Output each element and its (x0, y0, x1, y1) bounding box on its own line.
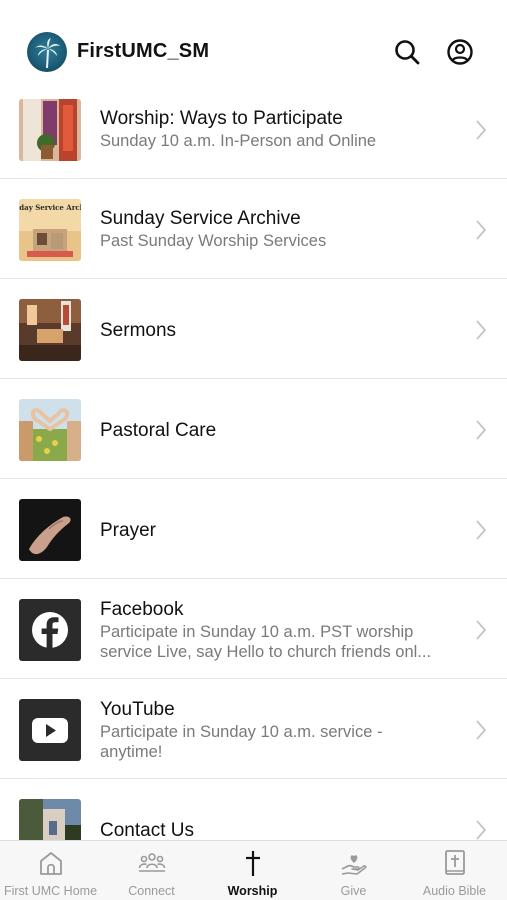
tab-connect[interactable]: Connect (101, 841, 202, 900)
item-title: Pastoral Care (100, 420, 217, 441)
people-group-icon (138, 853, 165, 872)
palm-tree-logo[interactable] (27, 32, 67, 72)
list-item-worship-participate[interactable]: Worship: Ways to Participate Sunday 10 a… (0, 79, 507, 179)
chevron-right-icon (476, 620, 487, 640)
account-icon (447, 39, 473, 65)
service-archive-graphic: Sunday Service Archive (19, 199, 81, 261)
heart-hand-icon (341, 855, 367, 875)
chevron-right-icon (476, 820, 487, 840)
church-home-icon (39, 852, 62, 875)
list-item-pastoral-care[interactable]: Pastoral Care (0, 379, 507, 479)
chevron-right-icon (476, 520, 487, 540)
chevron-right-icon (476, 720, 487, 740)
app-title: FirstUMC_SM (77, 40, 210, 62)
chevron-right-icon (476, 120, 487, 140)
tab-label: Connect (128, 884, 175, 898)
item-subtitle: Participate in Sunday 10 a.m. PST worshi… (100, 623, 432, 661)
item-subtitle: Past Sunday Worship Services (100, 232, 327, 250)
item-title: YouTube (100, 699, 175, 720)
tab-give[interactable]: Give (303, 841, 404, 900)
chevron-right-icon (476, 320, 487, 340)
pulpit-photo (19, 299, 81, 361)
item-title: Facebook (100, 599, 184, 620)
tab-worship[interactable]: Worship (202, 841, 303, 900)
list-item-youtube[interactable]: YouTube Participate in Sunday 10 a.m. se… (0, 679, 507, 779)
item-title: Contact Us (100, 820, 194, 841)
tab-label: Audio Bible (422, 884, 487, 898)
tab-label: Worship (227, 884, 278, 898)
item-subtitle: Sunday 10 a.m. In-Person and Online (100, 132, 377, 150)
praying-hand-photo (19, 499, 81, 561)
facebook-icon (19, 599, 81, 661)
list-item-service-archive[interactable]: Sunday Service Archive Sunday Service Ar… (0, 179, 507, 279)
tab-first-umc-home[interactable]: First UMC Home (0, 841, 101, 900)
search-icon (395, 40, 420, 65)
list-item-facebook[interactable]: Facebook Participate in Sunday 10 a.m. P… (0, 579, 507, 679)
tab-label: Give (340, 884, 367, 898)
item-title: Sermons (100, 320, 177, 341)
sanctuary-banner-photo (19, 99, 81, 161)
thumb-caption: Sunday Service Archive (19, 203, 81, 212)
item-title: Worship: Ways to Participate (100, 108, 343, 129)
heart-hands-photo (19, 399, 81, 461)
item-title: Prayer (100, 520, 156, 541)
list-item-prayer[interactable]: Prayer (0, 479, 507, 579)
list-item-sermons[interactable]: Sermons (0, 279, 507, 379)
chevron-right-icon (476, 220, 487, 240)
search-button[interactable] (393, 38, 421, 66)
cross-icon (245, 851, 260, 876)
tab-label: First UMC Home (3, 884, 98, 898)
chevron-right-icon (476, 420, 487, 440)
youtube-icon (19, 699, 81, 761)
item-title: Sunday Service Archive (100, 208, 301, 229)
profile-button[interactable] (446, 38, 474, 66)
bible-icon (444, 850, 465, 875)
item-subtitle: Participate in Sunday 10 a.m. service - … (100, 723, 383, 761)
tab-audio-bible[interactable]: Audio Bible (404, 841, 505, 900)
bottom-tab-bar: First UMC Home Connect Worship Give Audi… (0, 840, 507, 900)
